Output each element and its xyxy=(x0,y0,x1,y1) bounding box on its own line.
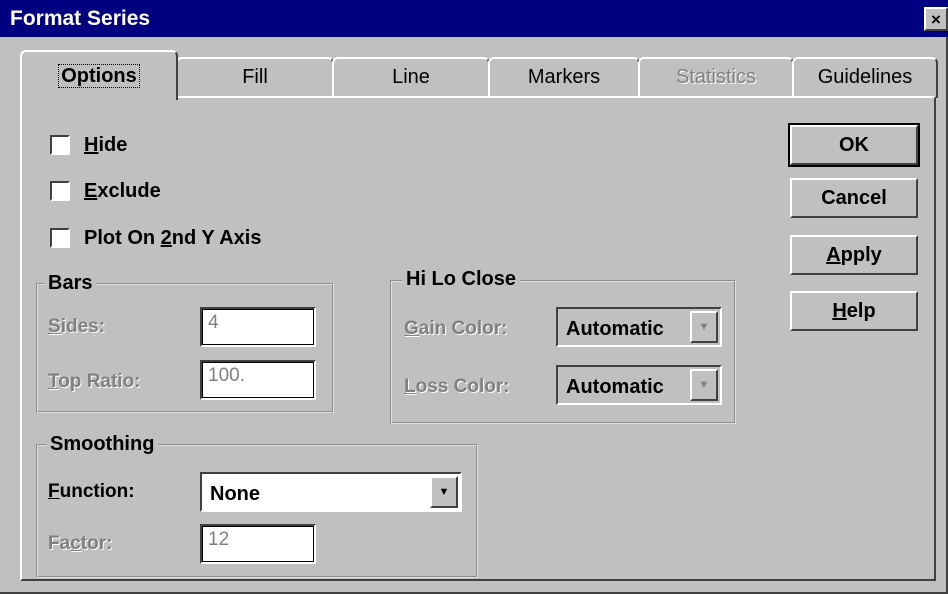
close-button[interactable]: × xyxy=(924,7,948,31)
tab-label: Guidelines xyxy=(817,66,913,88)
hide-checkbox-row[interactable]: Hide xyxy=(50,133,127,157)
window-title: Format Series xyxy=(10,7,151,30)
hide-checkbox[interactable] xyxy=(50,135,70,155)
top-ratio-label: Top Ratio: xyxy=(48,371,141,392)
hi-lo-close-group-title: Hi Lo Close xyxy=(402,268,521,291)
tab-label: Statistics xyxy=(675,66,757,88)
smoothing-group-title: Smoothing xyxy=(46,433,159,456)
loss-color-label: Loss Color: xyxy=(404,376,510,397)
exclude-label: Exclude xyxy=(84,179,161,202)
gain-color-select[interactable]: Automatic ▼ xyxy=(556,307,722,347)
exclude-checkbox[interactable] xyxy=(50,181,70,201)
plot-2nd-y-axis-checkbox[interactable] xyxy=(50,228,70,248)
plot-2nd-y-axis-label: Plot On 2nd Y Axis xyxy=(84,226,262,249)
gain-color-value: Automatic xyxy=(566,318,664,340)
chevron-down-icon[interactable]: ▼ xyxy=(690,311,718,343)
tab-fill[interactable]: Fill xyxy=(176,57,334,98)
sides-label: Sides: xyxy=(48,316,106,337)
tab-options[interactable]: Options xyxy=(20,50,178,100)
chevron-down-icon[interactable]: ▼ xyxy=(430,476,458,508)
format-series-dialog: Format Series × Options Fill Line Marker… xyxy=(0,0,948,594)
chevron-down-icon[interactable]: ▼ xyxy=(690,369,718,401)
loss-color-select[interactable]: Automatic ▼ xyxy=(556,365,722,405)
tab-label: Fill xyxy=(242,66,268,88)
factor-input[interactable]: 12 xyxy=(200,524,316,564)
tab-label: Line xyxy=(392,66,430,88)
tab-markers[interactable]: Markers xyxy=(488,57,640,98)
close-icon: × xyxy=(931,9,941,29)
exclude-checkbox-row[interactable]: Exclude xyxy=(50,179,161,203)
help-button[interactable]: Help xyxy=(790,291,918,331)
title-bar[interactable]: Format Series xyxy=(0,0,948,37)
sides-input[interactable]: 4 xyxy=(200,307,316,347)
ok-button[interactable]: OK xyxy=(788,123,920,167)
cancel-button[interactable]: Cancel xyxy=(790,178,918,218)
apply-button[interactable]: Apply xyxy=(790,235,918,275)
tab-statistics[interactable]: Statistics xyxy=(638,57,794,98)
tab-line[interactable]: Line xyxy=(332,57,490,98)
function-value: None xyxy=(210,483,260,505)
plot-2nd-y-axis-checkbox-row[interactable]: Plot On 2nd Y Axis xyxy=(50,226,261,250)
loss-color-value: Automatic xyxy=(566,376,664,398)
bars-group-title: Bars xyxy=(44,272,97,295)
function-label: Function: xyxy=(48,481,135,502)
gain-color-label: Gain Color: xyxy=(404,318,508,339)
top-ratio-input[interactable]: 100. xyxy=(200,360,316,400)
function-select[interactable]: None ▼ xyxy=(200,472,462,512)
factor-label: Factor: xyxy=(48,533,113,554)
tab-label: Markers xyxy=(527,66,601,88)
tab-guidelines[interactable]: Guidelines xyxy=(792,57,938,98)
hide-label: Hide xyxy=(84,133,128,156)
tab-label: Options xyxy=(58,64,140,88)
